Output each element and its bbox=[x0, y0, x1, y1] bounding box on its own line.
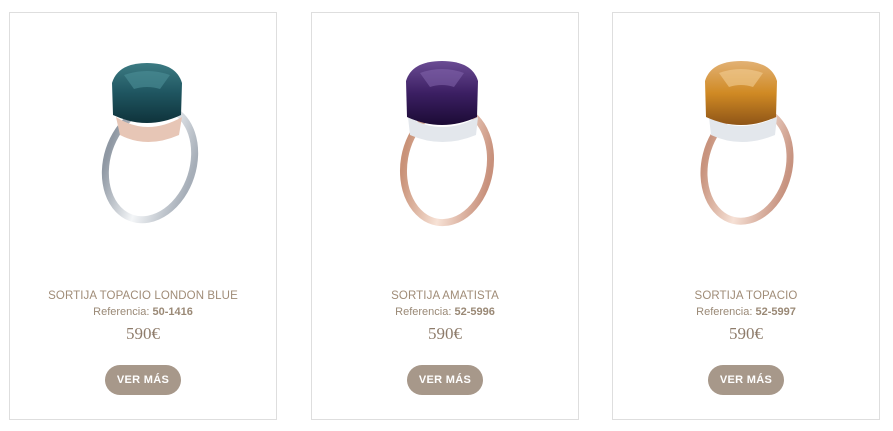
reference-code: 52-5997 bbox=[755, 306, 796, 318]
product-image[interactable] bbox=[10, 13, 276, 273]
product-card[interactable]: SORTIJA TOPACIO LONDON BLUE Referencia: … bbox=[9, 12, 277, 420]
product-price: 590€ bbox=[126, 324, 160, 343]
product-title[interactable]: SORTIJA TOPACIO LONDON BLUE bbox=[10, 290, 276, 302]
reference-code: 50-1416 bbox=[152, 306, 193, 318]
reference-label: Referencia: bbox=[395, 306, 452, 318]
ring-image bbox=[101, 63, 199, 224]
product-title[interactable]: SORTIJA TOPACIO bbox=[613, 290, 879, 302]
product-price: 590€ bbox=[729, 324, 763, 343]
product-reference: Referencia: 50-1416 bbox=[10, 306, 276, 318]
view-more-button[interactable]: VER MÁS bbox=[407, 365, 483, 395]
product-price: 590€ bbox=[428, 324, 462, 343]
reference-code: 52-5996 bbox=[454, 306, 495, 318]
reference-label: Referencia: bbox=[696, 306, 753, 318]
product-title[interactable]: SORTIJA AMATISTA bbox=[312, 290, 578, 302]
product-grid: SORTIJA TOPACIO LONDON BLUE Referencia: … bbox=[0, 0, 893, 431]
product-image[interactable] bbox=[312, 13, 578, 273]
product-card[interactable]: SORTIJA TOPACIO Referencia: 52-5997 590€… bbox=[612, 12, 880, 420]
view-more-button[interactable]: VER MÁS bbox=[708, 365, 784, 395]
product-card[interactable]: SORTIJA AMATISTA Referencia: 52-5996 590… bbox=[311, 12, 579, 420]
ring-image bbox=[399, 61, 495, 227]
product-reference: Referencia: 52-5997 bbox=[613, 306, 879, 318]
reference-label: Referencia: bbox=[93, 306, 150, 318]
product-image[interactable] bbox=[613, 13, 879, 273]
ring-image bbox=[700, 61, 794, 225]
product-reference: Referencia: 52-5996 bbox=[312, 306, 578, 318]
view-more-button[interactable]: VER MÁS bbox=[105, 365, 181, 395]
